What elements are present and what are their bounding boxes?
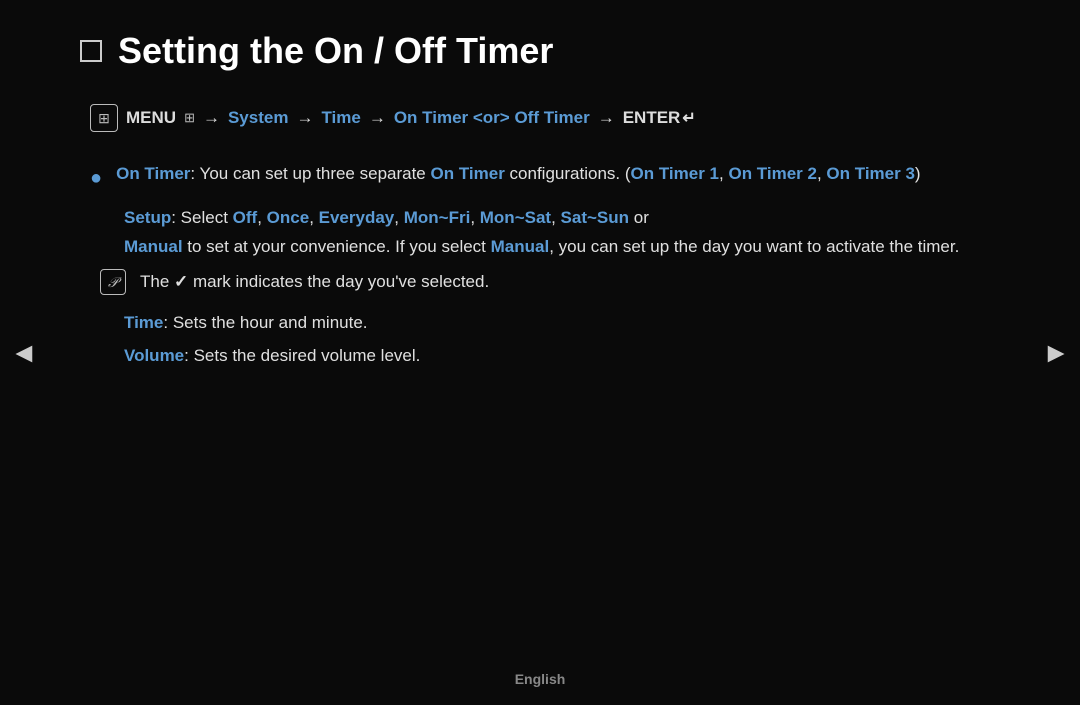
menu-system: System: [228, 108, 288, 128]
language-text: English: [515, 671, 566, 687]
note-content: The ✓ mark indicates the day you've sele…: [140, 268, 489, 295]
menu-grid-icon: ⊞: [184, 110, 195, 126]
arrow-1: →: [203, 108, 220, 128]
nav-left-arrow[interactable]: ◄: [10, 337, 38, 369]
time-line: Time: Sets the hour and minute.: [90, 309, 1000, 336]
setup-monfri: Mon~Fri: [404, 208, 471, 227]
menu-time: Time: [321, 108, 360, 128]
on-timer-2: On Timer 2: [728, 164, 817, 183]
sep3: ,: [394, 208, 403, 227]
enter-icon: ↵: [682, 108, 695, 128]
title-checkbox-icon: [80, 40, 102, 62]
time-text: : Sets the hour and minute.: [163, 313, 367, 332]
setup-satsun: Sat~Sun: [561, 208, 630, 227]
sep5: ,: [551, 208, 560, 227]
arrow-3: →: [369, 108, 386, 128]
manual-text: to set at your convenience. If you selec…: [183, 237, 491, 256]
setup-everyday: Everyday: [319, 208, 395, 227]
sep2: ,: [309, 208, 318, 227]
sep1: ,: [257, 208, 266, 227]
note-block: 𝒫 The ✓ mark indicates the day you've se…: [90, 268, 1000, 295]
menu-label: MENU: [126, 108, 176, 128]
setup-monsat: Mon~Sat: [480, 208, 551, 227]
on-timer-paren: ): [915, 164, 921, 183]
on-timer-mid: configurations. (: [505, 164, 631, 183]
manual-label: Manual: [124, 237, 183, 256]
nav-right-arrow[interactable]: ►: [1042, 337, 1070, 369]
on-timer-intro: : You can set up three separate: [190, 164, 430, 183]
comma-2: ,: [817, 164, 826, 183]
volume-line: Volume: Sets the desired volume level.: [90, 342, 1000, 369]
setup-or: or: [629, 208, 649, 227]
setup-colon: : Select: [171, 208, 232, 227]
menu-on-timer: On Timer <or> Off Timer: [394, 108, 590, 128]
sep4: ,: [470, 208, 479, 227]
note-icon: 𝒫: [100, 269, 126, 295]
page-title: Setting the On / Off Timer: [118, 30, 553, 72]
on-timer-3: On Timer 3: [826, 164, 915, 183]
on-timer-content: On Timer: You can set up three separate …: [116, 160, 1000, 187]
on-timer-1: On Timer 1: [631, 164, 720, 183]
setup-label: Setup: [124, 208, 171, 227]
on-timer-label: On Timer: [116, 164, 190, 183]
checkmark-icon: ✓: [174, 272, 188, 291]
volume-label: Volume: [124, 346, 184, 365]
time-label: Time: [124, 313, 163, 332]
main-content: Setting the On / Off Timer MENU ⊞ → Syst…: [60, 0, 1020, 705]
manual-text2: , you can set up the day you want to act…: [549, 237, 959, 256]
bullet-dot: ●: [90, 162, 102, 194]
on-timer-mid-label: On Timer: [431, 164, 505, 183]
note-text-2: mark indicates the day you've selected.: [188, 272, 489, 291]
manual-label2: Manual: [491, 237, 550, 256]
volume-text: : Sets the desired volume level.: [184, 346, 420, 365]
menu-path: MENU ⊞ → System → Time → On Timer <or> O…: [80, 104, 1000, 132]
page-title-block: Setting the On / Off Timer: [80, 30, 1000, 72]
note-text-1: The: [140, 272, 174, 291]
arrow-4: →: [598, 108, 615, 128]
content-section: ● On Timer: You can set up three separat…: [80, 160, 1000, 369]
setup-block: Setup: Select Off, Once, Everyday, Mon~F…: [90, 204, 1000, 262]
setup-off: Off: [233, 208, 258, 227]
on-timer-bullet: ● On Timer: You can set up three separat…: [90, 160, 1000, 194]
arrow-2: →: [296, 108, 313, 128]
enter-key: ENTER↵: [623, 108, 696, 128]
menu-icon: [90, 104, 118, 132]
setup-once: Once: [267, 208, 310, 227]
footer-language: English: [0, 671, 1080, 687]
